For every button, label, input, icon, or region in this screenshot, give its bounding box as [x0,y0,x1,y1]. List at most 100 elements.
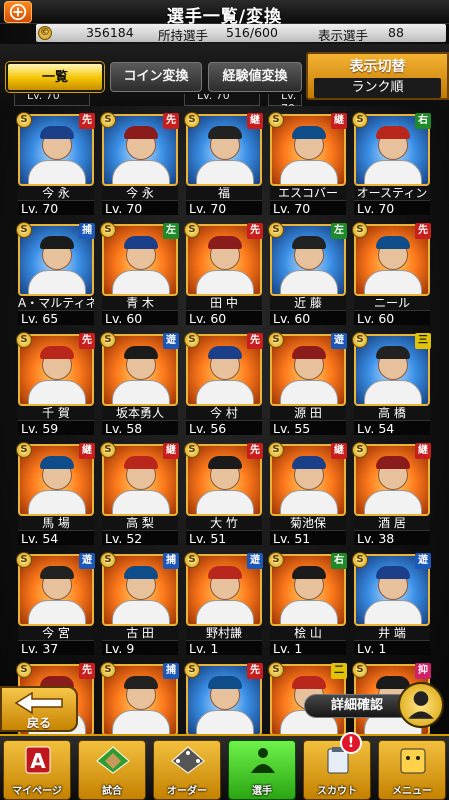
player-name: 坂本勇人 [102,406,178,420]
nav-label: マイページ [12,786,62,797]
nav-menu[interactable]: メニュー [378,740,446,800]
rank-s-icon: S [100,662,116,678]
player-card[interactable]: S 継馬 場 Lv. 54 [16,442,96,546]
rank-s-icon: S [268,222,284,238]
header-bar: 選手一覧/変換 [0,0,449,27]
player-level: Lv. 1 [354,640,430,656]
order-icon [170,745,206,775]
rank-s-icon: S [100,442,116,458]
position-badge: 三 [415,333,431,349]
rank-s-icon: S [16,112,32,128]
player-card[interactable]: S 先ニール Lv. 60 [352,222,432,326]
position-badge: 右 [415,113,431,129]
player-card[interactable]: S 継高 梨 Lv. 52 [100,442,180,546]
player-card[interactable]: S 先今 永 Lv. 70 [100,112,180,216]
position-badge: 先 [247,443,263,459]
position-badge: 遊 [415,553,431,569]
cut-card: Lv. 70 [268,94,302,106]
position-badge: 先 [247,333,263,349]
player-card[interactable]: S 三高 橋 Lv. 54 [352,332,432,436]
player-level: Lv. 60 [186,310,262,326]
player-card[interactable]: S 継エスコバー Lv. 70 [268,112,348,216]
position-badge: 継 [331,113,347,129]
player-name: エスコバー [270,186,346,200]
player-level: Lv. 37 [18,640,94,656]
detail-check-button[interactable]: 詳細確認 [304,694,410,718]
player-name: 大 竹 [186,516,262,530]
position-badge: 遊 [331,333,347,349]
rank-s-icon: S [268,552,284,568]
player-card[interactable]: S 遊野村謙 Lv. 1 [184,552,264,656]
player-name: 千 賀 [18,406,94,420]
player-card[interactable]: S 遊源 田 Lv. 55 [268,332,348,436]
rank-s-icon: S [268,112,284,128]
player-level: Lv. 9 [102,640,178,656]
nav-player[interactable]: 選手 [228,740,296,800]
back-arrow-icon [14,691,63,715]
player-card[interactable]: S 先千 賀 Lv. 59 [16,332,96,436]
player-name: 桧 山 [270,626,346,640]
rank-s-icon: S [352,222,368,238]
player-card[interactable]: S 継菊池保 Lv. 51 [268,442,348,546]
owned-value: 516/600 [226,25,278,40]
tab-list[interactable]: 一覧 [6,62,104,92]
rank-s-icon: S [184,442,200,458]
player-card[interactable]: S 遊坂本勇人 Lv. 58 [100,332,180,436]
player-level: Lv. 65 [18,310,94,326]
player-card[interactable]: S 継酒 居 Lv. 38 [352,442,432,546]
player-name: 今 永 [18,186,94,200]
player-level: Lv. 55 [270,420,346,436]
player-name: 今 宮 [18,626,94,640]
player-level: Lv. 51 [270,530,346,546]
player-level: Lv. 52 [102,530,178,546]
player-icon [245,745,281,775]
player-name: 野村謙 [186,626,262,640]
player-card[interactable]: S 捕 A・マルティネスLv. 65 [16,222,96,326]
nav-order[interactable]: オーダー [153,740,221,800]
player-level: Lv. 58 [102,420,178,436]
position-badge: 継 [331,443,347,459]
player-name: 酒 居 [354,516,430,530]
detail-person-icon[interactable] [398,682,444,728]
back-button[interactable]: 戻る [0,686,78,732]
player-card[interactable]: S 右桧 山 Lv. 1 [268,552,348,656]
position-badge: 先 [79,333,95,349]
position-badge: 遊 [79,553,95,569]
tab-coin-convert[interactable]: コイン変換 [110,62,202,92]
player-card[interactable]: S 遊井 端 Lv. 1 [352,552,432,656]
nav-scout[interactable]: スカウト [303,740,371,800]
position-badge: 捕 [79,223,95,239]
display-toggle-button[interactable]: 表示切替 ランク順 [306,52,449,100]
player-card[interactable]: S 左青 木 Lv. 60 [100,222,180,326]
player-card[interactable]: S 先今 村 Lv. 56 [184,332,264,436]
player-name: 今 永 [102,186,178,200]
nav-mypage[interactable]: A マイページ [3,740,71,800]
position-badge: 継 [247,113,263,129]
cut-card: Lv. 70 [184,94,260,106]
tab-exp-convert[interactable]: 経験値変換 [208,62,302,92]
player-card[interactable]: S 継福 Lv. 70 [184,112,264,216]
rank-s-icon: S [352,112,368,128]
player-card[interactable]: S 左近 藤 Lv. 60 [268,222,348,326]
player-card[interactable]: S 遊今 宮 Lv. 37 [16,552,96,656]
rank-s-icon: S [184,112,200,128]
coin-icon: © [38,26,52,40]
player-name: 菊池保 [270,516,346,530]
player-name: 福 [186,186,262,200]
player-name: A・マルティネス [18,296,94,310]
player-card[interactable]: S 捕古 田 Lv. 9 [100,552,180,656]
player-card[interactable]: S 先大 竹 Lv. 51 [184,442,264,546]
nav-stadium[interactable]: 試合 [78,740,146,800]
player-grid: S先今 永 Lv. 70 S 先今 永 Lv. 70 S 継福 Lv. 70 S 継エスコバー Lv… [0,112,449,765]
rank-s-icon: S [268,442,284,458]
position-badge: 遊 [247,553,263,569]
scout-alert-badge: ! [340,732,362,754]
rank-s-icon: S [16,662,32,678]
player-card[interactable]: S 先田 中 Lv. 60 [184,222,264,326]
player-level: Lv. 70 [18,200,94,216]
player-name: 古 田 [102,626,178,640]
nav-label: スカウト [317,786,357,797]
player-card[interactable]: S 右オースティン Lv. 70 [352,112,432,216]
position-badge: 捕 [163,553,179,569]
player-card[interactable]: S 先今 永 Lv. 70 [16,112,96,216]
